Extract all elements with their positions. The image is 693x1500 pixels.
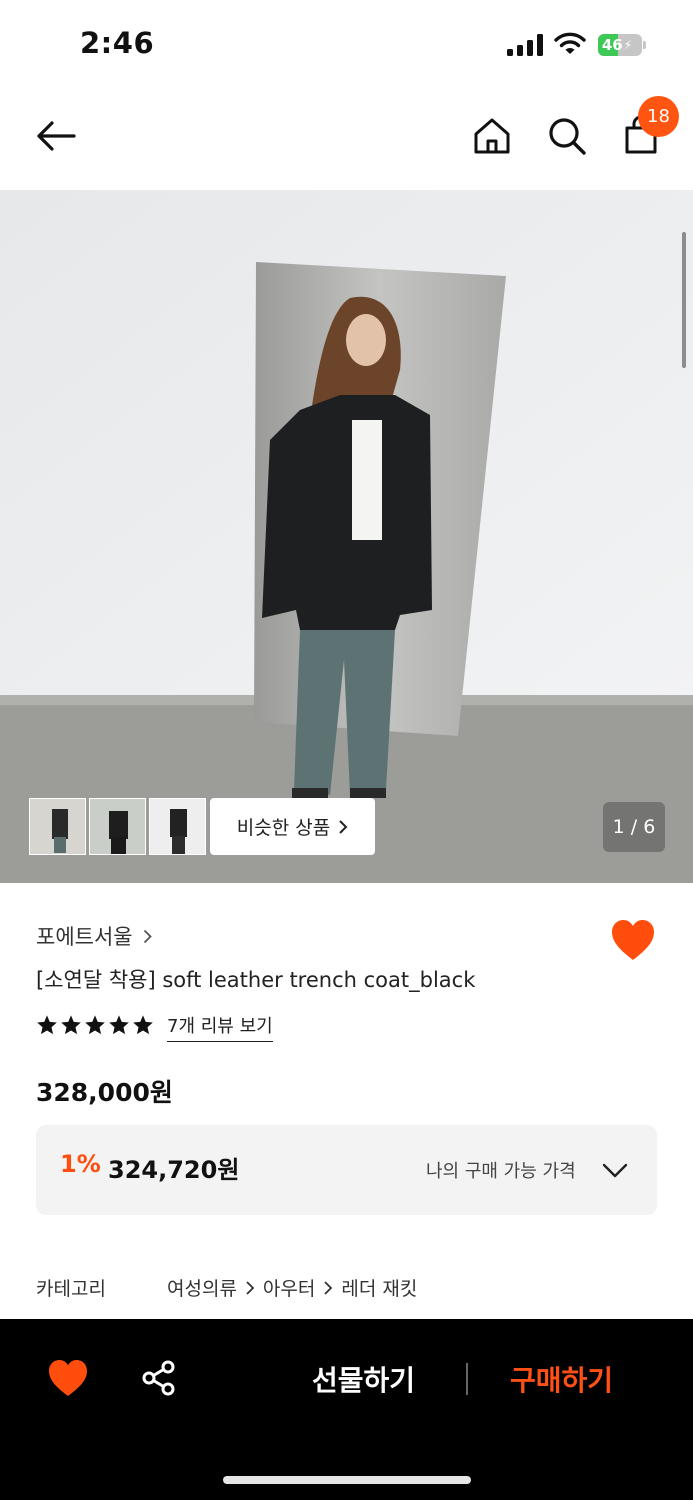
thumbnail-1[interactable] [29, 798, 86, 855]
thumbnail-image [90, 799, 145, 854]
search-icon [549, 118, 586, 155]
home-button[interactable] [470, 114, 514, 158]
divider [466, 1363, 468, 1395]
share-icon[interactable] [140, 1359, 178, 1397]
discount-price: 324,720원 [108, 1156, 240, 1184]
category-label: 카테고리 [36, 1278, 106, 1300]
category-item[interactable]: 레더 재킷 [341, 1274, 417, 1301]
brand-link[interactable]: 포에트서울 [36, 921, 152, 951]
similar-products-label: 비슷한 상품 [236, 817, 331, 839]
brand-name: 포에트서울 [36, 925, 133, 949]
buy-button[interactable]: 구매하기 [510, 1359, 613, 1399]
category-breadcrumb: 여성의류 아우터 레더 재킷 [167, 1274, 417, 1301]
chevron-right-icon [324, 1280, 333, 1295]
back-arrow-icon [37, 121, 76, 151]
product-price: 328,000원 [36, 1078, 173, 1107]
chevron-right-icon [246, 1280, 255, 1295]
wishlist-heart-icon[interactable] [610, 918, 656, 962]
wifi-icon [554, 32, 586, 54]
my-price-label[interactable]: 나의 구매 가능 가격 [426, 1157, 576, 1183]
review-link[interactable]: 7개 리뷰 보기 [167, 1012, 273, 1042]
cart-count-badge: 18 [638, 96, 679, 137]
thumbnail-2[interactable] [89, 798, 146, 855]
chevron-right-icon [143, 929, 152, 943]
category-item[interactable]: 아우터 [263, 1274, 315, 1301]
discount-rate: 1% [60, 1150, 101, 1178]
star-icon [85, 1015, 105, 1035]
product-photo [0, 190, 693, 883]
thumbnail-3[interactable] [149, 798, 206, 855]
back-button[interactable] [34, 114, 78, 158]
product-image[interactable] [0, 190, 693, 883]
product-title: [소연달 착용] soft leather trench coat_black [36, 968, 476, 992]
thumbnail-image [30, 799, 85, 854]
category-item[interactable]: 여성의류 [167, 1274, 237, 1301]
page-scrollbar[interactable] [682, 232, 686, 368]
chevron-down-icon[interactable] [600, 1158, 630, 1182]
status-time: 2:46 [80, 26, 155, 60]
gift-button[interactable]: 선물하기 [312, 1359, 415, 1399]
rating-stars [36, 1014, 154, 1036]
similar-products-button[interactable]: 비슷한 상품 [210, 798, 375, 855]
star-icon [133, 1015, 153, 1035]
star-icon [61, 1015, 81, 1035]
home-indicator[interactable] [223, 1476, 471, 1484]
battery-icon: 46 ⚡ [598, 34, 642, 56]
cellular-signal-icon [507, 34, 543, 56]
image-counter: 1 / 6 [603, 802, 665, 852]
star-icon [109, 1015, 129, 1035]
battery-tip [643, 41, 646, 49]
battery-level: 46 [601, 36, 623, 54]
search-button[interactable] [545, 114, 589, 158]
chevron-right-icon [339, 819, 348, 834]
home-icon [474, 118, 510, 154]
heart-icon[interactable] [47, 1358, 89, 1398]
thumbnail-image [150, 799, 205, 854]
bottom-action-bar [0, 1319, 693, 1500]
star-icon [37, 1015, 57, 1035]
